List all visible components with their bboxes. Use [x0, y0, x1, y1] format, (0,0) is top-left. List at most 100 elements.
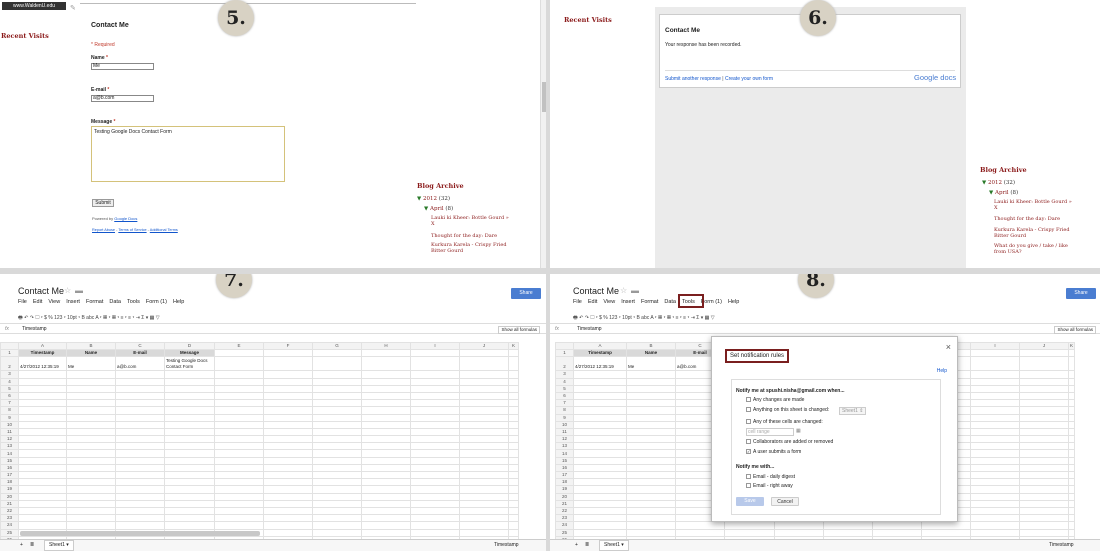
- row-number[interactable]: 19: [555, 485, 574, 494]
- column-letter[interactable]: C: [115, 341, 165, 351]
- row-number[interactable]: 24: [0, 521, 19, 530]
- cell[interactable]: [410, 384, 460, 393]
- cell[interactable]: [1019, 449, 1069, 458]
- cell[interactable]: [573, 399, 627, 408]
- cell[interactable]: [361, 478, 411, 487]
- cell[interactable]: [312, 528, 362, 537]
- cell[interactable]: [66, 492, 116, 501]
- cell[interactable]: Me: [626, 356, 676, 372]
- cell[interactable]: [459, 442, 509, 451]
- cell[interactable]: [1019, 370, 1069, 379]
- cell[interactable]: [1019, 420, 1069, 429]
- cell[interactable]: [18, 406, 67, 415]
- cell[interactable]: [214, 470, 264, 480]
- cell[interactable]: [573, 521, 627, 530]
- cell[interactable]: [410, 356, 460, 372]
- cell[interactable]: [66, 406, 116, 415]
- cell[interactable]: [312, 399, 362, 408]
- row-number[interactable]: 22: [555, 506, 574, 516]
- cell[interactable]: [626, 435, 676, 444]
- cell[interactable]: [361, 528, 411, 537]
- cell[interactable]: [214, 349, 264, 358]
- folder-icon[interactable]: ▬: [631, 286, 639, 295]
- cell[interactable]: [18, 521, 67, 530]
- cell[interactable]: [263, 349, 313, 358]
- cell[interactable]: [1067, 406, 1076, 415]
- cell[interactable]: [312, 413, 362, 422]
- cell[interactable]: [1019, 492, 1069, 501]
- cell[interactable]: [508, 406, 519, 415]
- cell[interactable]: [164, 377, 215, 386]
- cell[interactable]: [459, 391, 509, 401]
- header-cell[interactable]: Name: [66, 349, 116, 358]
- cell[interactable]: [66, 384, 116, 393]
- cell[interactable]: [1019, 406, 1069, 415]
- row-number[interactable]: 6: [0, 391, 19, 401]
- star-icon[interactable]: ☆: [64, 286, 71, 295]
- row-number[interactable]: 4: [555, 377, 574, 386]
- row-number[interactable]: 24: [555, 521, 574, 530]
- cell[interactable]: [361, 349, 411, 358]
- row-number[interactable]: 11: [0, 427, 19, 437]
- cell[interactable]: [214, 435, 264, 444]
- cell[interactable]: [164, 492, 215, 501]
- cell[interactable]: [115, 427, 165, 437]
- cell[interactable]: [508, 485, 519, 494]
- cell[interactable]: [361, 420, 411, 429]
- row-number[interactable]: 18: [555, 478, 574, 487]
- cell[interactable]: [312, 391, 362, 401]
- cell[interactable]: [573, 514, 627, 523]
- grid-icon[interactable]: ▦: [796, 428, 801, 434]
- cell[interactable]: [970, 521, 1020, 530]
- cell[interactable]: [1067, 420, 1076, 429]
- cell[interactable]: [66, 420, 116, 429]
- cell[interactable]: [970, 449, 1020, 458]
- cell[interactable]: [626, 463, 676, 473]
- menu-format[interactable]: Format: [86, 299, 103, 305]
- row-number[interactable]: 23: [555, 514, 574, 523]
- option-daily-digest[interactable]: Email - daily digest: [746, 474, 795, 480]
- cell[interactable]: [774, 528, 824, 537]
- cell[interactable]: [970, 427, 1020, 437]
- cell[interactable]: [66, 499, 116, 508]
- corner-cell[interactable]: [555, 341, 574, 351]
- cell[interactable]: [508, 427, 519, 437]
- cell[interactable]: [459, 435, 509, 444]
- folder-icon[interactable]: ▬: [75, 286, 83, 295]
- cell[interactable]: [115, 492, 165, 501]
- cell[interactable]: [410, 427, 460, 437]
- cell[interactable]: [508, 442, 519, 451]
- row-number[interactable]: 19: [0, 485, 19, 494]
- cell[interactable]: [66, 391, 116, 401]
- create-form-link[interactable]: Create your own form: [725, 76, 773, 82]
- cell[interactable]: [508, 463, 519, 473]
- cell[interactable]: [626, 528, 676, 537]
- column-letter[interactable]: E: [214, 341, 264, 351]
- cell[interactable]: [1019, 413, 1069, 422]
- cell[interactable]: [66, 413, 116, 422]
- cell[interactable]: [263, 456, 313, 465]
- cell[interactable]: [1067, 442, 1076, 451]
- cell[interactable]: [508, 377, 519, 386]
- sheet-tab[interactable]: Sheet1 ▾: [44, 540, 74, 551]
- cell[interactable]: [18, 427, 67, 437]
- header-cell[interactable]: Timestamp: [18, 349, 67, 358]
- row-number[interactable]: 13: [555, 442, 574, 451]
- cell[interactable]: [1019, 528, 1069, 537]
- cell[interactable]: [18, 514, 67, 523]
- cell[interactable]: [970, 420, 1020, 429]
- archive-post[interactable]: What do you give / take / like from USA?: [994, 243, 1074, 255]
- row-number[interactable]: 5: [0, 384, 19, 393]
- cell[interactable]: [164, 391, 215, 401]
- cell[interactable]: [573, 370, 627, 379]
- cell[interactable]: [508, 528, 519, 537]
- cell[interactable]: [214, 356, 264, 372]
- cell[interactable]: [66, 370, 116, 379]
- column-letter[interactable]: B: [66, 341, 116, 351]
- row-number[interactable]: 2: [0, 356, 19, 372]
- cell[interactable]: [115, 456, 165, 465]
- row-number[interactable]: 20: [0, 492, 19, 501]
- cell[interactable]: [573, 506, 627, 516]
- cell[interactable]: [312, 485, 362, 494]
- row-number[interactable]: 18: [0, 478, 19, 487]
